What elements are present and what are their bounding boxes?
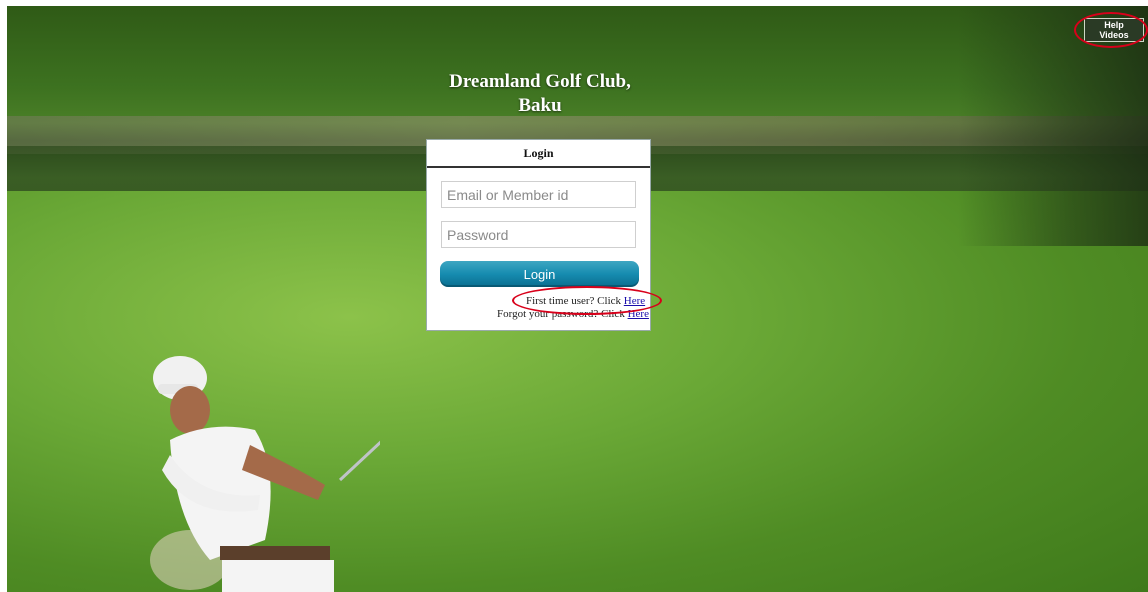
login-heading: Login: [427, 140, 650, 168]
login-button[interactable]: Login: [440, 261, 639, 287]
club-title-line1: Dreamland Golf Club,: [449, 71, 631, 92]
club-title-line2: Baku: [518, 95, 562, 116]
password-input[interactable]: [441, 221, 636, 248]
annotation-circle-help: [1074, 12, 1148, 48]
annotation-circle-first-time: [512, 286, 662, 315]
email-input[interactable]: [441, 181, 636, 208]
club-title: Dreamland Golf Club, Baku: [420, 70, 660, 118]
golfer-image: [150, 356, 380, 592]
